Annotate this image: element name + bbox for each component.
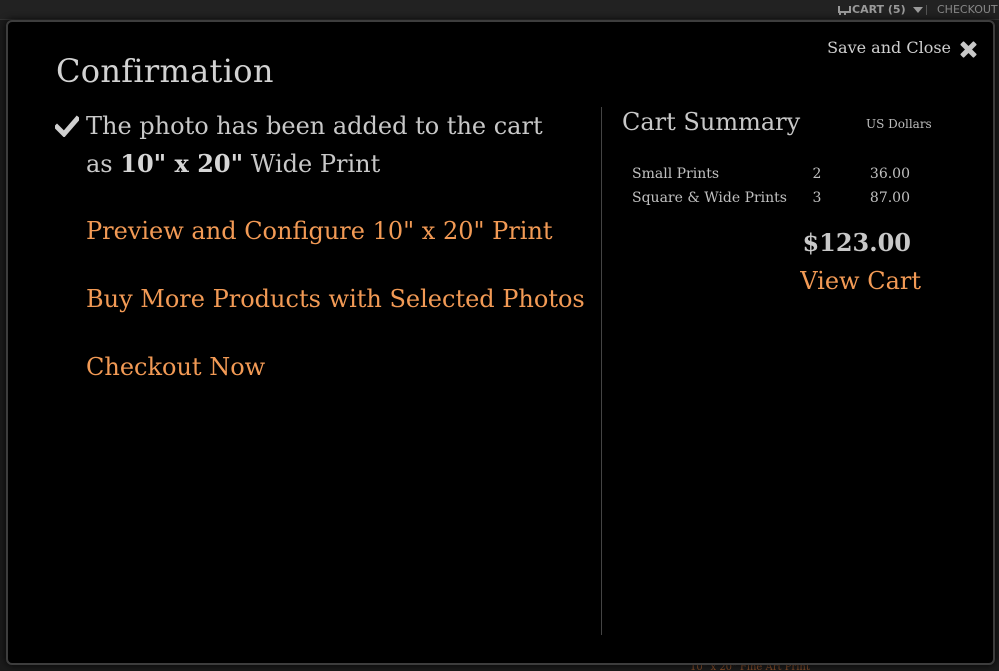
- view-cart-link[interactable]: View Cart: [800, 267, 921, 295]
- close-icon: [959, 40, 977, 58]
- preview-configure-link[interactable]: Preview and Configure 10" x 20" Print: [86, 217, 553, 245]
- cart-summary-title: Cart Summary: [622, 108, 801, 136]
- table-row: Small Prints 2 36.00: [632, 162, 922, 186]
- checkmark-icon: [55, 115, 79, 137]
- row-name: Small Prints: [632, 166, 720, 182]
- row-qty: 2: [812, 166, 822, 182]
- chevron-down-icon: [912, 6, 923, 13]
- cart-summary-table: Small Prints 2 36.00 Square & Wide Print…: [632, 162, 922, 210]
- topbar-divider: [926, 5, 927, 15]
- added-to-cart-message: The photo has been added to the cart as …: [86, 108, 556, 183]
- buy-more-products-link[interactable]: Buy More Products with Selected Photos: [86, 285, 585, 313]
- row-amount: 87.00: [869, 190, 910, 206]
- as-prefix: as: [86, 150, 113, 178]
- save-and-close-button[interactable]: Save and Close: [827, 37, 977, 58]
- added-text: The photo has been added to the cart: [86, 112, 543, 140]
- table-row: Square & Wide Prints 3 87.00: [632, 186, 922, 210]
- print-size: 10" x 20": [120, 149, 244, 178]
- row-amount: 36.00: [869, 166, 910, 182]
- row-qty: 3: [812, 190, 822, 206]
- cart-label: CART (5): [852, 3, 906, 16]
- currency-label: US Dollars: [866, 117, 932, 131]
- topbar-checkout-link[interactable]: CHECKOUT: [937, 3, 998, 16]
- confirmation-modal: Save and Close Confirmation The photo ha…: [6, 20, 995, 665]
- cart-icon: [836, 5, 851, 15]
- checkout-now-link[interactable]: Checkout Now: [86, 353, 265, 381]
- column-divider: [601, 107, 602, 635]
- cart-menu[interactable]: CART (5): [836, 3, 923, 16]
- save-and-close-label: Save and Close: [827, 38, 951, 57]
- site-topbar: CART (5) CHECKOUT: [0, 0, 999, 20]
- print-type: Wide Print: [250, 150, 381, 178]
- row-name: Square & Wide Prints: [632, 190, 787, 206]
- cart-total: $123.00: [802, 228, 911, 257]
- modal-title: Confirmation: [56, 52, 274, 90]
